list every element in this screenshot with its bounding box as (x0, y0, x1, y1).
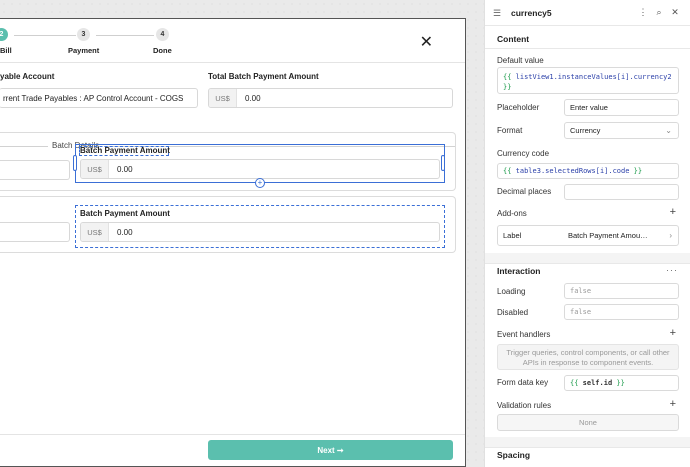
close-icon[interactable]: ✕ (420, 35, 433, 51)
spacing-section-title[interactable]: Spacing (497, 450, 530, 460)
step-3-label: Payment (68, 46, 100, 55)
batch-row: Batch Payment Amount US$ 0.00 + (0, 132, 456, 191)
addon-label-key: Label (503, 231, 522, 240)
step-connector (96, 35, 154, 36)
currency-component-icon: ☰ (493, 7, 502, 18)
step-4-label: Done (153, 46, 172, 55)
close-icon[interactable]: ✕ (668, 7, 682, 18)
content-section-title[interactable]: Content (497, 34, 529, 44)
currency-value: 0.00 (117, 227, 133, 237)
currency-prefix: US$ (81, 223, 109, 241)
payment-modal: 2 Bill 3 Payment 4 Done ✕ yable Account … (0, 18, 466, 467)
batch-amount-label: Batch Payment Amount (80, 146, 170, 155)
decimal-places-input[interactable] (564, 184, 679, 200)
resize-handle-left[interactable] (73, 155, 77, 171)
batch-amount-label: Batch Payment Amount (80, 209, 170, 218)
currency-code-label: Currency code (497, 149, 550, 158)
default-value-input[interactable]: {{ listView1.instanceValues[i].currency2… (497, 67, 679, 94)
validation-rules-value: None (497, 414, 679, 431)
add-validation-rule-icon[interactable]: + (670, 399, 676, 410)
validation-rules-label: Validation rules (497, 401, 552, 410)
step-3-circle: 3 (77, 28, 90, 41)
format-value: Currency (570, 126, 601, 135)
chevron-down-icon: ⌄ (665, 126, 672, 135)
event-handlers-label: Event handlers (497, 330, 551, 339)
loading-label: Loading (497, 287, 526, 296)
step-2-circle: 2 (0, 28, 8, 41)
addon-label-value: Batch Payment Amou… (568, 231, 648, 240)
placeholder-label: Placeholder (497, 103, 540, 112)
currency-code-expression: table3.selectedRows[i].code (515, 167, 630, 175)
row-left-field[interactable] (0, 222, 70, 242)
batch-amount-field[interactable]: US$ 0.00 (80, 159, 440, 179)
add-event-handler-icon[interactable]: + (670, 328, 676, 339)
step-connector (14, 35, 76, 36)
total-batch-amount-field[interactable]: US$ 0.00 (208, 88, 453, 108)
next-button[interactable]: Next ➞ (208, 440, 453, 460)
add-below-handle[interactable]: + (255, 178, 265, 188)
resize-handle-right[interactable] (441, 155, 445, 171)
placeholder-input[interactable]: Enter value (564, 99, 679, 116)
footer-divider (0, 434, 465, 435)
currency-prefix: US$ (209, 89, 237, 107)
disabled-input[interactable]: false (564, 304, 679, 320)
inspector-header: ☰ currency5 ⋮ ⌕ ✕ (485, 0, 690, 26)
default-value-expression: listView1.instanceValues[i].currency2 (515, 73, 672, 81)
currency-prefix: US$ (81, 160, 109, 178)
form-data-key-expression: self.id (582, 379, 613, 387)
batch-amount-field[interactable]: US$ 0.00 (80, 222, 440, 242)
component-name[interactable]: currency5 (511, 8, 634, 18)
canvas: 2 Bill 3 Payment 4 Done ✕ yable Account … (0, 0, 484, 467)
payable-account-field[interactable]: rrent Trade Payables : AP Control Accoun… (0, 88, 198, 108)
step-4-circle: 4 (156, 28, 169, 41)
currency-code-input[interactable]: {{ table3.selectedRows[i].code }} (497, 163, 679, 179)
form-data-key-input[interactable]: {{ self.id }} (564, 375, 679, 391)
header-divider (0, 62, 465, 63)
step-2-label: Bill (0, 46, 12, 55)
format-label: Format (497, 126, 523, 135)
payable-account-label: yable Account (0, 72, 55, 81)
interaction-section-title[interactable]: Interaction (497, 266, 540, 276)
more-icon[interactable]: ⋮ (636, 7, 650, 18)
currency-value: 0.00 (245, 93, 261, 103)
addons-label: Add-ons (497, 209, 527, 218)
default-value-label: Default value (497, 56, 544, 65)
addon-item[interactable]: Label Batch Payment Amou… › (497, 225, 679, 246)
row-left-field[interactable] (0, 160, 70, 180)
inspector-panel: ☰ currency5 ⋮ ⌕ ✕ Content Default value … (484, 0, 690, 467)
search-icon[interactable]: ⌕ (652, 7, 666, 18)
stepper: 2 Bill 3 Payment 4 Done (0, 27, 200, 57)
decimal-places-label: Decimal places (497, 187, 552, 196)
event-handlers-empty-state: Trigger queries, control components, or … (497, 344, 679, 370)
format-select[interactable]: Currency ⌄ (564, 122, 679, 139)
loading-input[interactable]: false (564, 283, 679, 299)
total-batch-amount-label: Total Batch Payment Amount (208, 72, 319, 81)
currency-value: 0.00 (117, 164, 133, 174)
chevron-right-icon: › (669, 231, 672, 240)
add-addon-icon[interactable]: + (670, 207, 676, 218)
batch-row: Batch Payment Amount US$ 0.00 (0, 196, 456, 253)
form-data-key-label: Form data key (497, 378, 549, 387)
more-options-icon[interactable]: ··· (666, 265, 678, 275)
disabled-label: Disabled (497, 308, 529, 317)
